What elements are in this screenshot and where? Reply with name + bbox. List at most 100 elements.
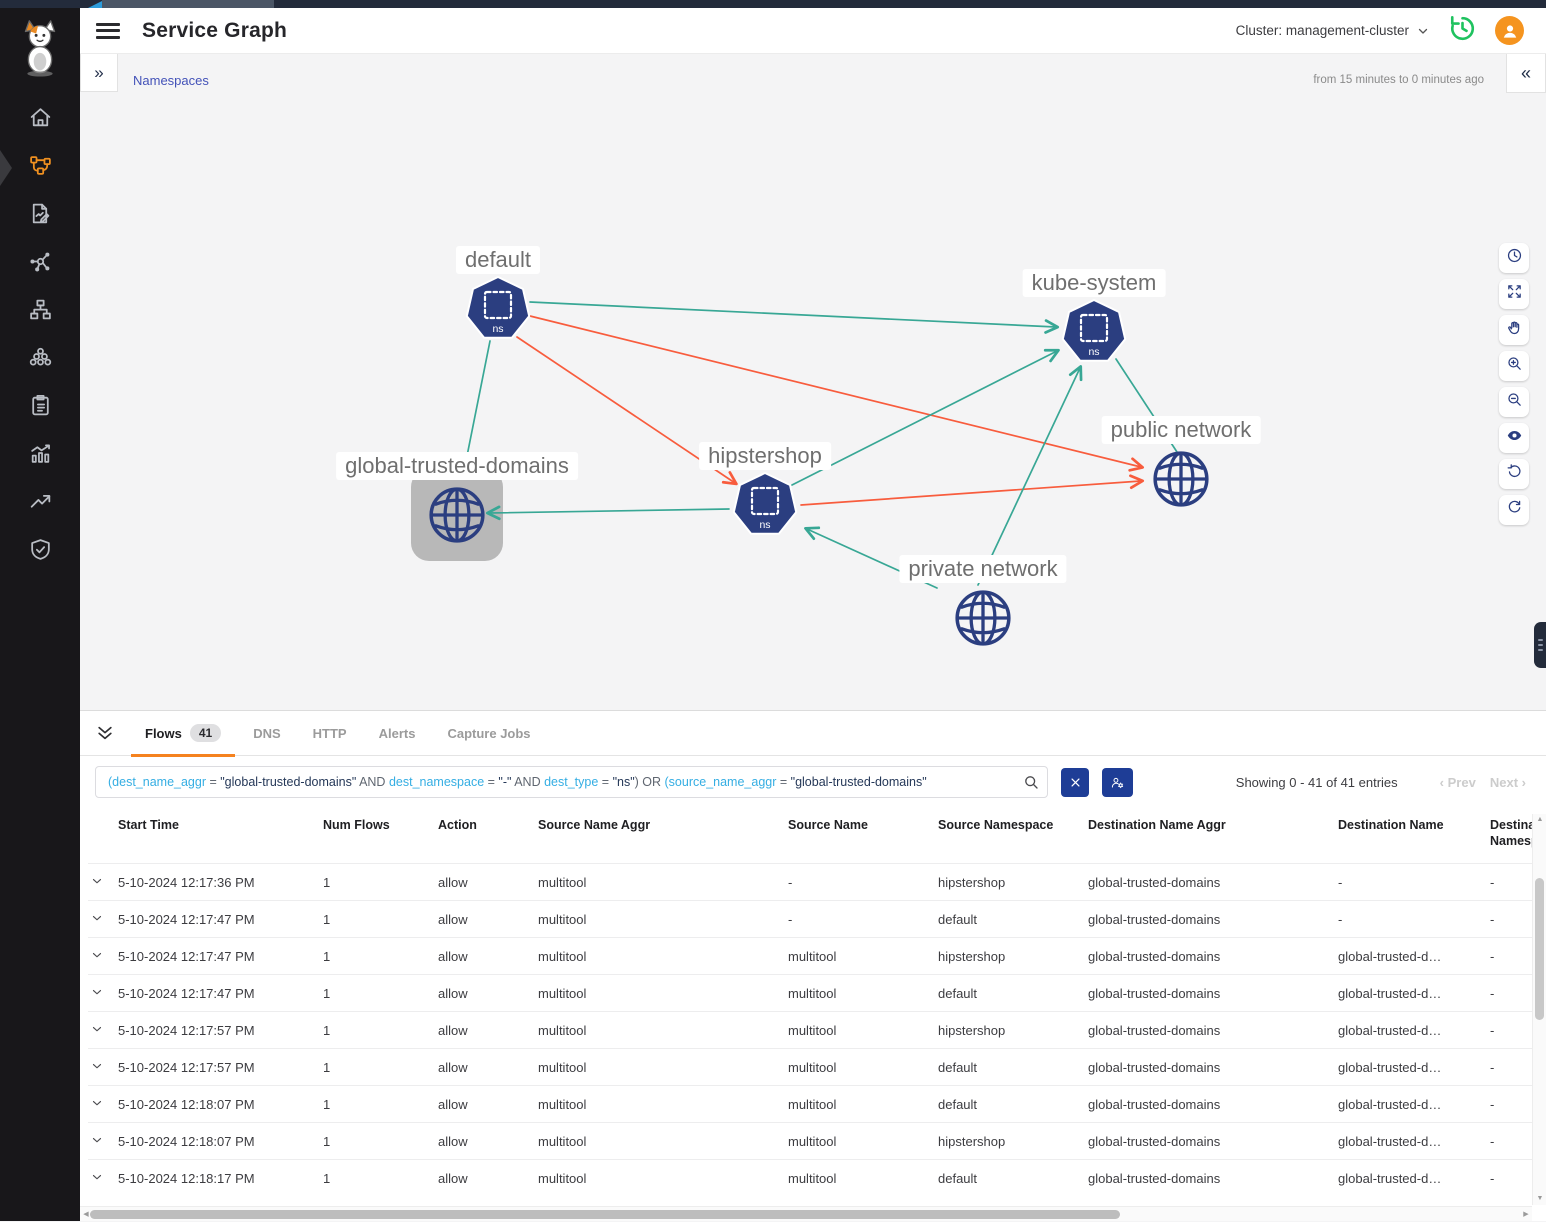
row-expand-icon[interactable]	[90, 985, 104, 1002]
column-header[interactable]: Destination Name Aggr	[1086, 810, 1336, 863]
row-expand-icon[interactable]	[90, 1096, 104, 1113]
panel-collapse-button[interactable]: «	[1506, 54, 1546, 93]
table-vertical-scrollbar[interactable]: ▲ ▼	[1532, 814, 1546, 1205]
sidebar-item-service-graph[interactable]	[0, 144, 80, 192]
table-row[interactable]: 5-10-2024 12:17:47 PM1allowmultitool-def…	[88, 900, 1546, 937]
table-row[interactable]: 5-10-2024 12:18:07 PM1allowmultitoolmult…	[88, 1085, 1546, 1122]
column-header[interactable]: Action	[436, 810, 536, 863]
fit-screen-icon	[1506, 283, 1523, 305]
tab-flows[interactable]: Flows41	[129, 711, 237, 756]
namespace-icon: ns	[465, 276, 531, 342]
graph-node-label: public network	[1102, 416, 1261, 444]
table-row[interactable]: 5-10-2024 12:18:07 PM1allowmultitoolmult…	[88, 1122, 1546, 1159]
table-cell: multitool	[536, 949, 786, 964]
table-cell: hipstershop	[936, 875, 1086, 890]
vertical-scroll-thumb[interactable]	[1535, 878, 1544, 1020]
breadcrumb-expand-button[interactable]: »	[80, 54, 118, 92]
table-cell: multitool	[536, 912, 786, 927]
tab-capture-jobs[interactable]: Capture Jobs	[431, 711, 546, 756]
pan-button[interactable]	[1499, 315, 1529, 345]
sidebar-item-tree[interactable]	[0, 288, 80, 336]
row-expand-icon[interactable]	[90, 874, 104, 891]
breadcrumb[interactable]: Namespaces	[133, 73, 209, 88]
sidebar-item-trends[interactable]	[0, 480, 80, 528]
fit-screen-button[interactable]	[1499, 279, 1529, 309]
table-cell: -	[1336, 912, 1488, 927]
horizontal-scroll-thumb[interactable]	[90, 1210, 1120, 1219]
row-expand-icon[interactable]	[90, 1170, 104, 1187]
graph-node-global-trusted-domains[interactable]	[426, 484, 488, 546]
sidebar-item-security[interactable]	[0, 528, 80, 576]
scroll-down-arrow[interactable]: ▼	[1533, 1193, 1546, 1205]
search-icon[interactable]	[1023, 774, 1039, 790]
row-expand-icon[interactable]	[90, 1022, 104, 1039]
graph-node-private-network[interactable]	[952, 587, 1014, 649]
column-header[interactable]: Source Namespace	[936, 810, 1086, 863]
table-row[interactable]: 5-10-2024 12:18:17 PM1allowmultitoolmult…	[88, 1159, 1546, 1196]
table-row[interactable]: 5-10-2024 12:17:47 PM1allowmultitoolmult…	[88, 974, 1546, 1011]
collapse-panel-icon[interactable]	[95, 723, 115, 743]
filter-query-input[interactable]: (dest_name_aggr = "global-trusted-domain…	[95, 766, 1048, 798]
table-row[interactable]: 5-10-2024 12:17:36 PM1allowmultitool-hip…	[88, 863, 1546, 900]
user-avatar[interactable]	[1495, 16, 1524, 45]
flows-panel: Flows41DNSHTTPAlertsCapture Jobs (dest_n…	[80, 710, 1546, 1221]
table-cell: allow	[436, 986, 536, 1001]
row-expand-icon[interactable]	[90, 911, 104, 928]
graph-node-hipstershop[interactable]: ns	[732, 472, 798, 538]
user-filter-settings-button[interactable]	[1102, 768, 1133, 797]
sidebar-item-home[interactable]	[0, 96, 80, 144]
home-icon	[28, 105, 53, 135]
tab-http[interactable]: HTTP	[297, 711, 363, 756]
table-horizontal-scrollbar[interactable]: ◀ ▶	[80, 1206, 1532, 1221]
sidebar-item-network[interactable]	[0, 240, 80, 288]
page-title: Service Graph	[142, 19, 287, 43]
time-button[interactable]	[1499, 243, 1529, 273]
zoom-out-button[interactable]	[1499, 387, 1529, 417]
zoom-in-button[interactable]	[1499, 351, 1529, 381]
sidebar-item-stats[interactable]	[0, 432, 80, 480]
graph-node-public-network[interactable]	[1150, 448, 1212, 510]
history-button[interactable]	[1447, 13, 1477, 48]
row-expand-icon[interactable]	[90, 948, 104, 965]
table-cell: 1	[321, 986, 436, 1001]
refresh-button[interactable]	[1499, 495, 1529, 525]
prev-page-button[interactable]: ‹ Prev	[1440, 775, 1476, 790]
flows-table-header: Start TimeNum FlowsActionSource Name Agg…	[80, 810, 1546, 863]
side-drawer-handle[interactable]	[1534, 622, 1546, 668]
table-cell: global-trusted-domains	[1086, 1134, 1336, 1149]
next-page-button[interactable]: Next ›	[1490, 775, 1526, 790]
column-header[interactable]: Source Name Aggr	[536, 810, 786, 863]
table-cell: 5-10-2024 12:18:17 PM	[116, 1171, 321, 1186]
table-row[interactable]: 5-10-2024 12:17:57 PM1allowmultitoolmult…	[88, 1048, 1546, 1085]
scroll-right-arrow[interactable]: ▶	[1520, 1207, 1532, 1222]
tab-alerts[interactable]: Alerts	[363, 711, 432, 756]
namespace-icon: ns	[1061, 299, 1127, 365]
filter-token: AND	[356, 775, 389, 789]
column-header[interactable]: Source Name	[786, 810, 936, 863]
scroll-up-arrow[interactable]: ▲	[1533, 814, 1546, 826]
visibility-button[interactable]	[1499, 423, 1529, 453]
undo-button[interactable]	[1499, 459, 1529, 489]
sidebar-item-compliance[interactable]	[0, 384, 80, 432]
column-header[interactable]: Destination Name	[1336, 810, 1488, 863]
table-cell: multitool	[536, 1023, 786, 1038]
clear-filter-button[interactable]	[1061, 768, 1089, 797]
table-cell: multitool	[786, 1097, 936, 1112]
table-row[interactable]: 5-10-2024 12:17:57 PM1allowmultitoolmult…	[88, 1011, 1546, 1048]
column-header[interactable]: Start Time	[116, 810, 321, 863]
row-expand-icon[interactable]	[90, 1133, 104, 1150]
column-header[interactable]: Num Flows	[321, 810, 436, 863]
row-expand-icon[interactable]	[90, 1059, 104, 1076]
table-cell: allow	[436, 1134, 536, 1149]
sidebar-item-cluster[interactable]	[0, 336, 80, 384]
graph-node-default[interactable]: ns	[465, 276, 531, 342]
cluster-selector[interactable]: Cluster: management-cluster	[1236, 23, 1429, 38]
service-graph-canvas[interactable]: » Namespaces from 15 minutes to 0 minute…	[80, 54, 1546, 710]
menu-icon[interactable]	[96, 23, 120, 39]
table-cell: multitool	[786, 949, 936, 964]
table-row[interactable]: 5-10-2024 12:17:47 PM1allowmultitoolmult…	[88, 937, 1546, 974]
tab-dns[interactable]: DNS	[237, 711, 296, 756]
graph-node-kube-system[interactable]: ns	[1061, 299, 1127, 365]
pan-icon	[1506, 319, 1523, 341]
sidebar-item-policies[interactable]	[0, 192, 80, 240]
